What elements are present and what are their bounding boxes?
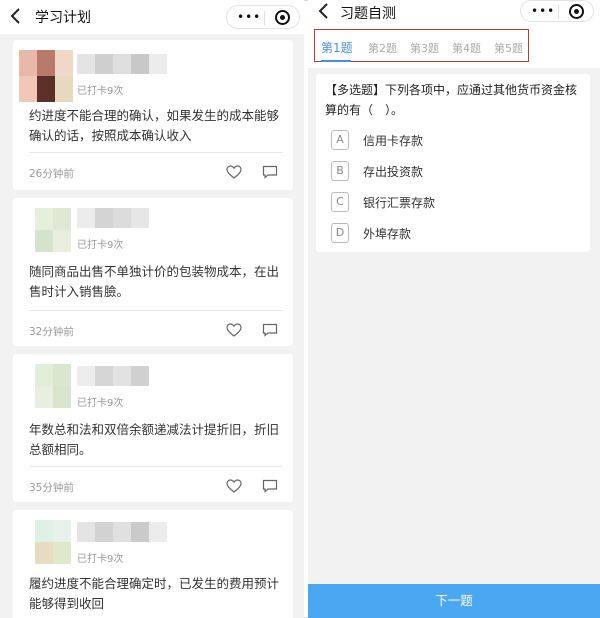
question-card: 【多选题】下列各项中，应通过其他货币资金核算的有（ ）。 A 信用卡存款 B 存… <box>316 74 590 252</box>
next-question-button[interactable]: 下一题 <box>308 584 600 618</box>
heart-icon[interactable] <box>226 323 242 337</box>
checkin-count: 已打卡9次 <box>77 86 124 97</box>
checkin-count: 已打卡9次 <box>77 554 124 565</box>
post-card[interactable]: 已打卡9次 随同商品出售不单独计价的包装物成本，在出售时计入销售臉。 32分钟前 <box>13 198 293 346</box>
capsule-divider <box>264 11 265 25</box>
study-plan-pane: 学习计划 ••• 已打卡9次 约进度不能合理的确认，如果发生的成本能够确认的话，… <box>0 0 304 618</box>
page-title: 学习计划 <box>35 10 91 26</box>
post-card[interactable]: 已打卡9次 履约进度不能合理确定时，已发生的费用预计能够得到收回 <box>13 510 293 618</box>
quiz-pane: 习题自测 ••• 第1题 第2题 第3题 第4题 第5题 【多选题】下列各项中，… <box>308 0 600 618</box>
avatar <box>19 364 73 416</box>
post-text: 履约进度不能合理确定时，已发生的费用预计能够得到收回 <box>29 576 280 611</box>
mini-program-capsule[interactable]: ••• <box>520 0 594 22</box>
avatar <box>19 208 73 260</box>
post-text: 随同商品出售不单独计价的包装物成本，在出售时计入销售臉。 <box>29 264 280 299</box>
target-icon[interactable] <box>569 4 584 19</box>
target-icon[interactable] <box>275 10 290 25</box>
post-text: 约进度不能合理的确认，如果发生的成本能够确认的话，按照成本确认收入 <box>29 108 280 143</box>
heart-icon[interactable] <box>226 479 242 493</box>
tab-question-1[interactable]: 第1题 <box>321 39 353 56</box>
option-letter: D <box>331 223 349 243</box>
username-blurred <box>77 54 167 74</box>
card-divider <box>29 152 283 153</box>
post-card[interactable]: 已打卡9次 约进度不能合理的确认，如果发生的成本能够确认的话，按照成本确认收入 … <box>13 40 293 190</box>
option-text: 银行汇票存款 <box>363 196 436 210</box>
highlight-box: 第1题 第2题 第3题 第4题 第5题 <box>314 29 529 62</box>
more-dots-icon[interactable]: ••• <box>237 10 261 24</box>
username-blurred <box>77 366 149 386</box>
navbar: 习题自测 ••• <box>308 0 600 24</box>
tab-question-3[interactable]: 第3题 <box>410 40 439 56</box>
back-icon[interactable] <box>318 2 336 22</box>
heart-icon[interactable] <box>226 165 242 179</box>
card-divider <box>29 466 283 467</box>
tab-question-4[interactable]: 第4题 <box>452 40 481 56</box>
active-tab-indicator <box>321 60 351 62</box>
avatar <box>19 520 73 572</box>
back-icon[interactable] <box>10 6 28 26</box>
capsule-divider <box>558 5 559 19</box>
checkin-count: 已打卡9次 <box>77 240 124 251</box>
comment-icon[interactable] <box>262 165 278 179</box>
question-text: 【多选题】下列各项中，应通过其他货币资金核算的有（ ）。 <box>325 83 578 117</box>
page-title: 习题自测 <box>340 6 396 22</box>
post-card[interactable]: 已打卡9次 年数总和法和双倍余额递减法计提折旧，折旧总额相同。 35分钟前 <box>13 354 293 502</box>
option-letter: A <box>331 130 349 150</box>
option-text: 外埠存款 <box>363 227 412 241</box>
option-letter: B <box>331 161 349 181</box>
comment-icon[interactable] <box>262 323 278 337</box>
comment-icon[interactable] <box>262 479 278 493</box>
tab-question-5[interactable]: 第5题 <box>494 40 523 56</box>
question-tabs: 第1题 第2题 第3题 第4题 第5题 <box>308 24 600 68</box>
username-blurred <box>77 208 149 228</box>
navbar: 学习计划 ••• <box>0 0 304 34</box>
post-time: 32分钟前 <box>29 326 74 338</box>
tab-question-2[interactable]: 第2题 <box>368 40 397 56</box>
more-dots-icon[interactable]: ••• <box>531 4 555 18</box>
card-divider <box>29 310 283 311</box>
username-blurred <box>77 522 167 542</box>
checkin-count: 已打卡9次 <box>77 398 124 409</box>
mini-program-capsule[interactable]: ••• <box>226 5 300 29</box>
option-text: 信用卡存款 <box>363 134 424 148</box>
option-text: 存出投资款 <box>363 165 424 179</box>
option-letter: C <box>331 192 349 212</box>
post-text: 年数总和法和双倍余额递减法计提折旧，折旧总额相同。 <box>29 422 280 457</box>
post-time: 26分钟前 <box>29 168 74 180</box>
post-time: 35分钟前 <box>29 482 74 494</box>
avatar <box>19 50 73 102</box>
